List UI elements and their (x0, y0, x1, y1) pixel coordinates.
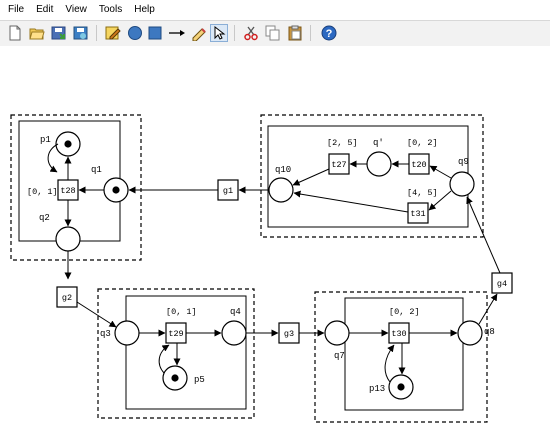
paste-icon[interactable] (286, 24, 304, 42)
transition-label-g1: g1 (223, 186, 233, 196)
menu-bar: File Edit View Tools Help (0, 0, 550, 20)
arc-q8-to-g4 (478, 293, 498, 325)
svg-text:?: ? (326, 28, 333, 40)
petri-net-canvas[interactable]: p1 t28 [0, 1] q1 q2 g1 q10 t27 [2, 5] q'… (0, 46, 550, 427)
transition-label-t20: t20 (411, 160, 426, 170)
save-icon[interactable] (50, 24, 68, 42)
place-label-p5: p5 (194, 375, 205, 385)
arc-p13-to-t30 (384, 344, 395, 383)
petri-net-diagram: p1 t28 [0, 1] q1 q2 g1 q10 t27 [2, 5] q'… (10, 114, 513, 423)
transition-label-t30: t30 (391, 329, 406, 339)
token-p1 (64, 140, 72, 148)
transition-label-t27: t27 (331, 160, 346, 170)
menu-tools[interactable]: Tools (93, 0, 128, 20)
place-q10[interactable] (268, 177, 294, 203)
place-label-q1: q1 (91, 165, 102, 175)
save-as-icon[interactable] (72, 24, 90, 42)
interval-t30: [0, 2] (389, 307, 420, 317)
place-label-q4: q4 (230, 307, 241, 317)
place-label-q10: q10 (275, 165, 291, 175)
new-file-icon[interactable] (6, 24, 24, 42)
cut-icon[interactable] (242, 24, 260, 42)
place-label-q9: q9 (458, 157, 469, 167)
edit-icon[interactable] (104, 24, 122, 42)
place-label-q8: q8 (484, 327, 495, 337)
interval-t31: [4, 5] (407, 188, 438, 198)
arc-g2-to-q3 (76, 301, 117, 328)
transition-label-g2: g2 (62, 293, 72, 303)
place-label-q7: q7 (334, 351, 345, 361)
transition-label-g4: g4 (497, 279, 507, 289)
menu-file[interactable]: File (0, 0, 30, 20)
arc-t31-to-q10 (293, 190, 409, 213)
place-q8[interactable] (457, 320, 483, 346)
module-4-dashed-boundary (260, 114, 484, 238)
place-tool-icon[interactable] (126, 24, 144, 42)
copy-icon[interactable] (264, 24, 282, 42)
token-p5 (171, 374, 179, 382)
place-q2[interactable] (55, 226, 81, 252)
place-label-q3: q3 (100, 329, 111, 339)
interval-t20: [0, 2] (407, 138, 438, 148)
place-q9[interactable] (449, 171, 475, 197)
place-label-q2: q2 (39, 213, 50, 223)
module-4-inner-boundary (267, 125, 469, 228)
place-label-p1: p1 (40, 135, 51, 145)
arc-q9-to-t20 (429, 165, 452, 179)
open-folder-icon[interactable] (28, 24, 46, 42)
interval-t29: [0, 1] (166, 307, 197, 317)
place-label-p13: p13 (369, 384, 385, 394)
help-icon[interactable]: ? (320, 24, 338, 42)
arc-t27-to-q10 (292, 168, 330, 186)
transition-tool-icon[interactable] (146, 24, 164, 42)
place-q-prime[interactable] (366, 151, 392, 177)
select-pointer-icon[interactable] (210, 24, 228, 42)
place-q3[interactable] (114, 320, 140, 346)
token-q1 (112, 186, 120, 194)
interval-t27: [2, 5] (327, 138, 358, 148)
place-label-q-prime: q' (373, 138, 384, 148)
arc-tool-icon[interactable] (168, 24, 186, 42)
token-tool-icon[interactable] (190, 24, 208, 42)
token-p13 (397, 383, 405, 391)
place-q4[interactable] (221, 320, 247, 346)
transition-label-t29: t29 (168, 329, 183, 339)
place-q7[interactable] (324, 320, 350, 346)
transition-label-t28: t28 (60, 186, 75, 196)
menu-edit[interactable]: Edit (30, 0, 59, 20)
transition-label-g3: g3 (284, 329, 294, 339)
menu-help[interactable]: Help (128, 0, 161, 20)
toolbar: ? (0, 20, 550, 47)
transition-label-t31: t31 (410, 209, 425, 219)
menu-view[interactable]: View (59, 0, 93, 20)
interval-t28: [0, 1] (27, 187, 58, 197)
